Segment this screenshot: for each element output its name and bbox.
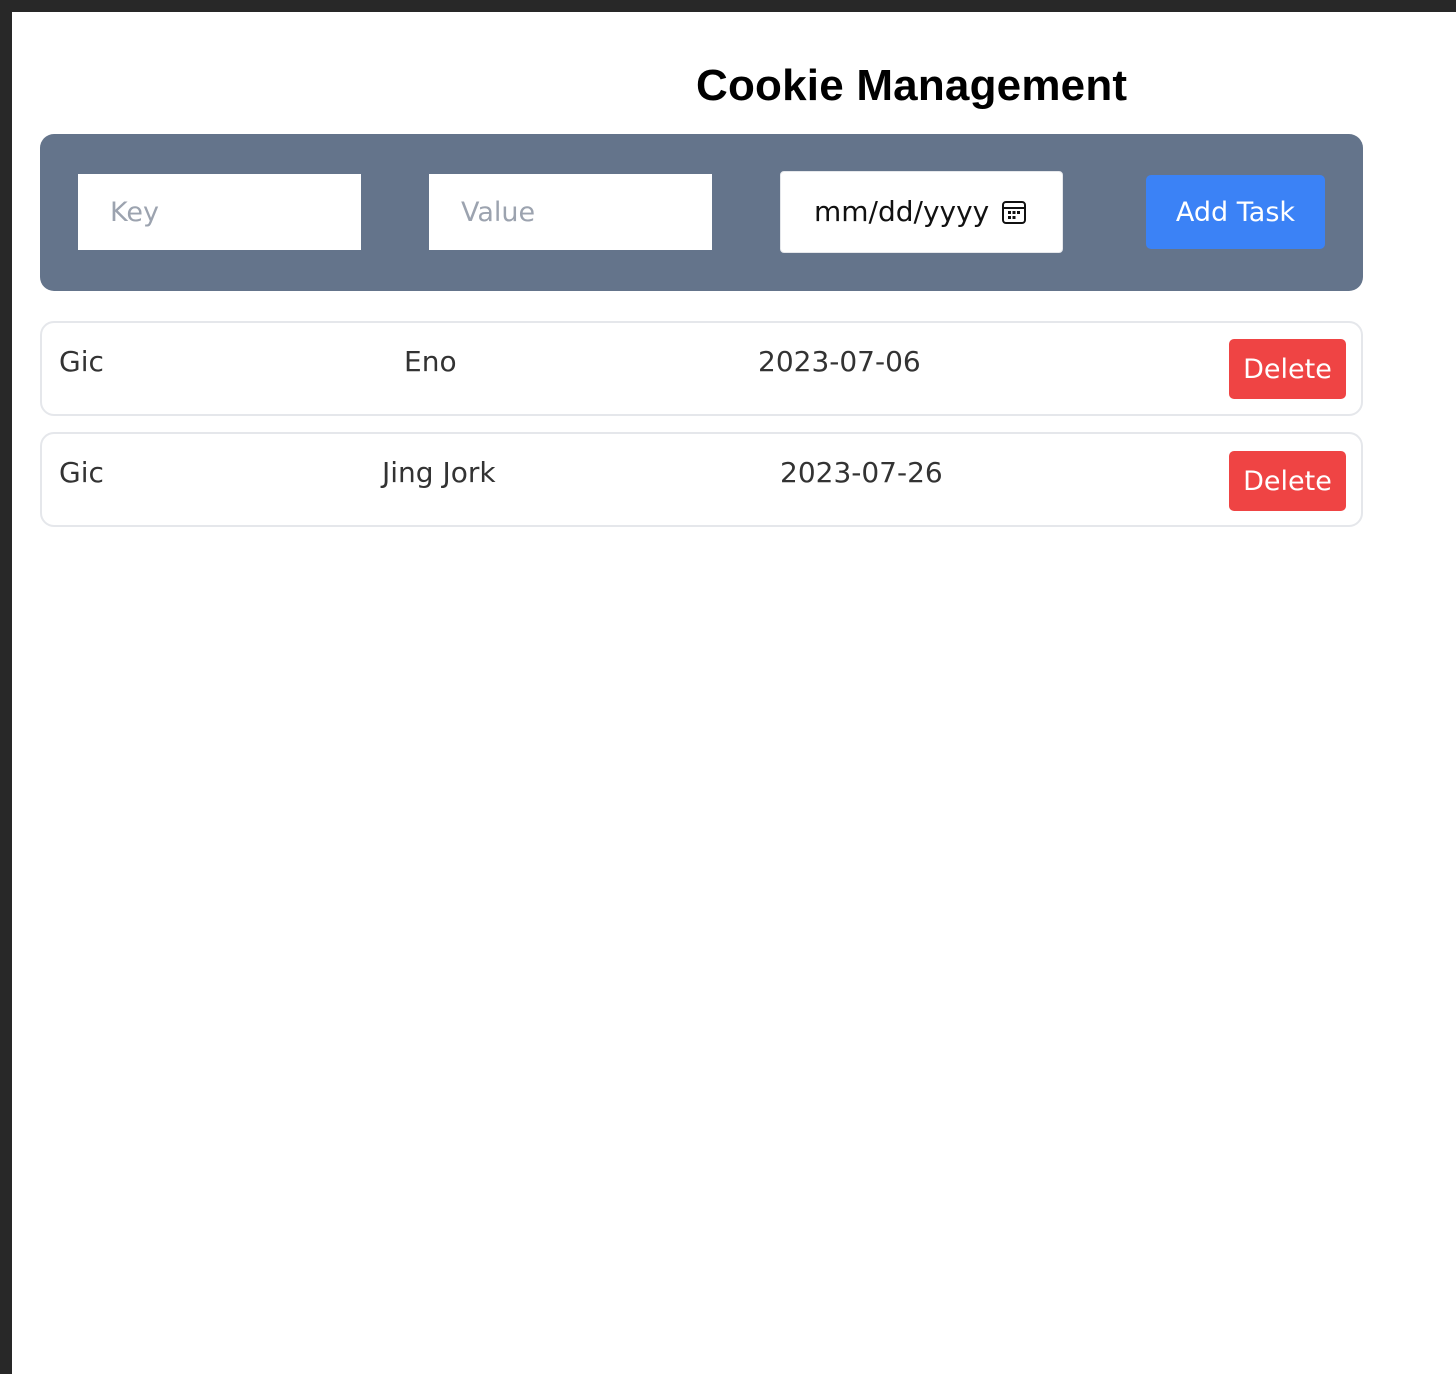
app-window: Cookie Management mm/dd/yyyy Add Task Gi… <box>12 12 1456 1374</box>
cookie-key: Gic <box>59 456 104 489</box>
delete-button[interactable]: Delete <box>1229 339 1346 399</box>
cookie-row: Gic Eno 2023-07-06 Delete <box>40 321 1363 416</box>
date-input[interactable]: mm/dd/yyyy <box>780 171 1063 253</box>
cookie-date: 2023-07-26 <box>780 456 943 489</box>
add-task-button[interactable]: Add Task <box>1146 175 1325 249</box>
value-input[interactable] <box>429 174 712 250</box>
cookie-value: Eno <box>404 345 457 378</box>
date-placeholder: mm/dd/yyyy <box>814 195 990 228</box>
cookie-form: mm/dd/yyyy Add Task <box>40 134 1363 291</box>
key-input[interactable] <box>78 174 361 250</box>
page-title: Cookie Management <box>696 61 1128 110</box>
cookie-date: 2023-07-06 <box>758 345 921 378</box>
cookie-row: Gic Jing Jork 2023-07-26 Delete <box>40 432 1363 527</box>
cookie-key: Gic <box>59 345 104 378</box>
calendar-icon[interactable] <box>1001 199 1027 225</box>
cookie-list: Gic Eno 2023-07-06 Delete Gic Jing Jork … <box>40 321 1363 543</box>
cookie-value: Jing Jork <box>382 456 496 489</box>
delete-button[interactable]: Delete <box>1229 451 1346 511</box>
